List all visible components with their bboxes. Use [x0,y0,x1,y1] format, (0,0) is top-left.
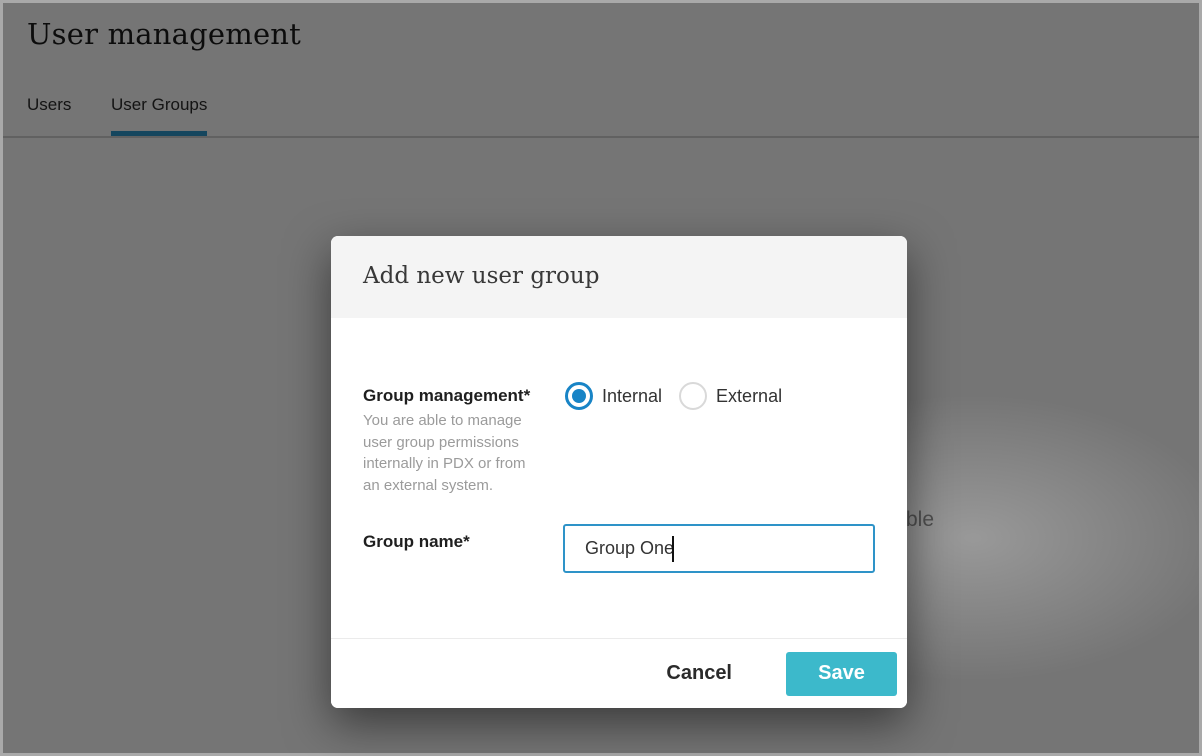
radio-option-internal[interactable]: Internal [565,382,662,410]
radio-selected-icon [565,382,593,410]
radio-unselected-icon [679,382,707,410]
dialog-footer: Cancel Save [331,638,907,708]
group-management-label: Group management* [363,386,530,406]
add-user-group-dialog: Add new user group Group management* You… [331,236,907,708]
group-name-label: Group name* [363,532,470,552]
save-button[interactable]: Save [786,652,897,696]
text-caret [672,536,674,562]
radio-external-label: External [716,386,782,407]
group-name-field [563,524,875,573]
dialog-header: Add new user group [331,236,907,318]
cancel-button[interactable]: Cancel [666,662,732,685]
radio-option-external[interactable]: External [679,382,782,410]
group-name-input[interactable] [563,524,875,573]
radio-internal-label: Internal [602,386,662,407]
group-management-helper: You are able to manage user group permis… [363,410,535,496]
group-management-radio-group: Internal External [565,382,782,410]
dialog-title: Add new user group [331,236,907,289]
